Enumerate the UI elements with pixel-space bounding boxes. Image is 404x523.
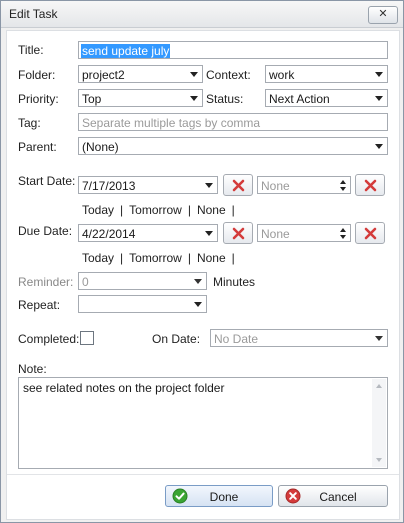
clear-start-time-button[interactable] — [355, 174, 385, 196]
done-button[interactable]: Done — [165, 485, 273, 507]
chevron-down-icon — [375, 96, 383, 101]
title-input[interactable]: send update july — [78, 41, 388, 59]
priority-select[interactable]: Top — [78, 89, 203, 107]
chevron-down-icon — [194, 279, 202, 284]
on-date-value: No Date — [214, 332, 259, 346]
folder-value: project2 — [82, 68, 125, 82]
start-none-link[interactable]: None — [197, 203, 226, 217]
status-label: Status: — [206, 92, 244, 106]
parent-select[interactable]: (None) — [78, 137, 388, 155]
due-tomorrow-link[interactable]: Tomorrow — [129, 251, 182, 265]
title-label: Title: — [18, 43, 44, 57]
on-date-label: On Date: — [152, 332, 201, 346]
context-label: Context: — [206, 68, 251, 82]
scroll-up-icon[interactable] — [376, 384, 382, 388]
clear-icon — [232, 227, 245, 240]
chevron-down-icon — [190, 72, 198, 77]
dialog-body: Title: send update july Folder: project2… — [6, 30, 400, 520]
spin-down-icon[interactable] — [340, 235, 346, 239]
dialog-title: Edit Task — [9, 7, 58, 21]
tag-input[interactable]: Separate multiple tags by comma — [78, 113, 388, 131]
chevron-down-icon — [190, 96, 198, 101]
due-time-input[interactable]: None — [257, 224, 351, 242]
parent-value: (None) — [82, 140, 119, 154]
start-date-label: Start Date: — [18, 174, 76, 188]
spin-up-icon[interactable] — [340, 180, 346, 184]
note-value: see related notes on the project folder — [23, 381, 225, 395]
folder-select[interactable]: project2 — [78, 65, 203, 83]
context-value: work — [269, 68, 295, 82]
separator: | — [120, 251, 124, 265]
clear-icon — [232, 179, 245, 192]
start-today-link[interactable]: Today — [82, 203, 114, 217]
due-date-picker[interactable]: 4/22/2014 — [78, 224, 218, 242]
completed-checkbox[interactable] — [80, 331, 94, 345]
due-today-link[interactable]: Today — [82, 251, 114, 265]
due-date-shortcuts: Today | Tomorrow | None | — [82, 251, 241, 265]
clear-due-time-button[interactable] — [355, 222, 385, 244]
chevron-down-icon — [375, 336, 383, 341]
chevron-down-icon — [205, 231, 213, 236]
separator: | — [120, 203, 124, 217]
cancel-label: Cancel — [319, 490, 357, 504]
reminder-unit: Minutes — [213, 275, 256, 289]
parent-label: Parent: — [18, 140, 57, 154]
completed-label: Completed: — [18, 332, 80, 346]
status-value: Next Action — [269, 92, 330, 106]
chevron-down-icon — [375, 72, 383, 77]
chevron-down-icon — [194, 302, 202, 307]
done-label: Done — [209, 490, 239, 504]
due-date-label: Due Date: — [18, 224, 73, 238]
close-button[interactable]: ✕ — [368, 6, 398, 24]
repeat-select[interactable] — [78, 295, 207, 313]
close-icon: ✕ — [378, 8, 388, 20]
note-textarea[interactable]: see related notes on the project folder — [18, 377, 388, 469]
status-select[interactable]: Next Action — [265, 89, 388, 107]
separator: | — [231, 251, 235, 265]
chevron-down-icon — [375, 144, 383, 149]
separator: | — [231, 203, 235, 217]
clear-due-date-button[interactable] — [223, 222, 253, 244]
chevron-down-icon — [205, 183, 213, 188]
spin-down-icon[interactable] — [340, 187, 346, 191]
clear-icon — [364, 179, 377, 192]
separator: | — [187, 251, 191, 265]
tag-label: Tag: — [18, 116, 41, 130]
title-value: send update july — [81, 44, 171, 58]
start-time-input[interactable]: None — [257, 176, 351, 194]
cancel-button[interactable]: Cancel — [278, 485, 388, 507]
tag-placeholder: Separate multiple tags by comma — [82, 116, 261, 130]
start-time-placeholder: None — [261, 179, 290, 193]
scroll-down-icon[interactable] — [376, 458, 382, 462]
note-scrollbar[interactable] — [372, 379, 386, 467]
spin-up-icon[interactable] — [340, 228, 346, 232]
priority-label: Priority: — [18, 92, 59, 106]
start-date-shortcuts: Today | Tomorrow | None | — [82, 203, 241, 217]
due-date-value: 4/22/2014 — [82, 227, 136, 241]
separator: | — [187, 203, 191, 217]
clear-icon — [364, 227, 377, 240]
start-date-picker[interactable]: 7/17/2013 — [78, 176, 218, 194]
on-date-picker[interactable]: No Date — [210, 329, 388, 347]
edit-task-dialog: Edit Task ✕ Title: send update july Fold… — [0, 0, 404, 523]
reminder-select[interactable]: 0 — [78, 272, 207, 290]
repeat-label: Repeat: — [18, 298, 61, 312]
start-date-value: 7/17/2013 — [82, 179, 136, 193]
folder-label: Folder: — [18, 68, 56, 82]
reminder-label: Reminder: — [18, 275, 74, 289]
note-label: Note: — [18, 362, 47, 376]
title-bar: Edit Task ✕ — [1, 1, 403, 28]
due-time-placeholder: None — [261, 227, 290, 241]
clear-start-date-button[interactable] — [223, 174, 253, 196]
context-select[interactable]: work — [265, 65, 388, 83]
due-none-link[interactable]: None — [197, 251, 226, 265]
start-tomorrow-link[interactable]: Tomorrow — [129, 203, 182, 217]
priority-value: Top — [82, 92, 102, 106]
divider — [7, 474, 399, 475]
reminder-value: 0 — [82, 275, 89, 289]
